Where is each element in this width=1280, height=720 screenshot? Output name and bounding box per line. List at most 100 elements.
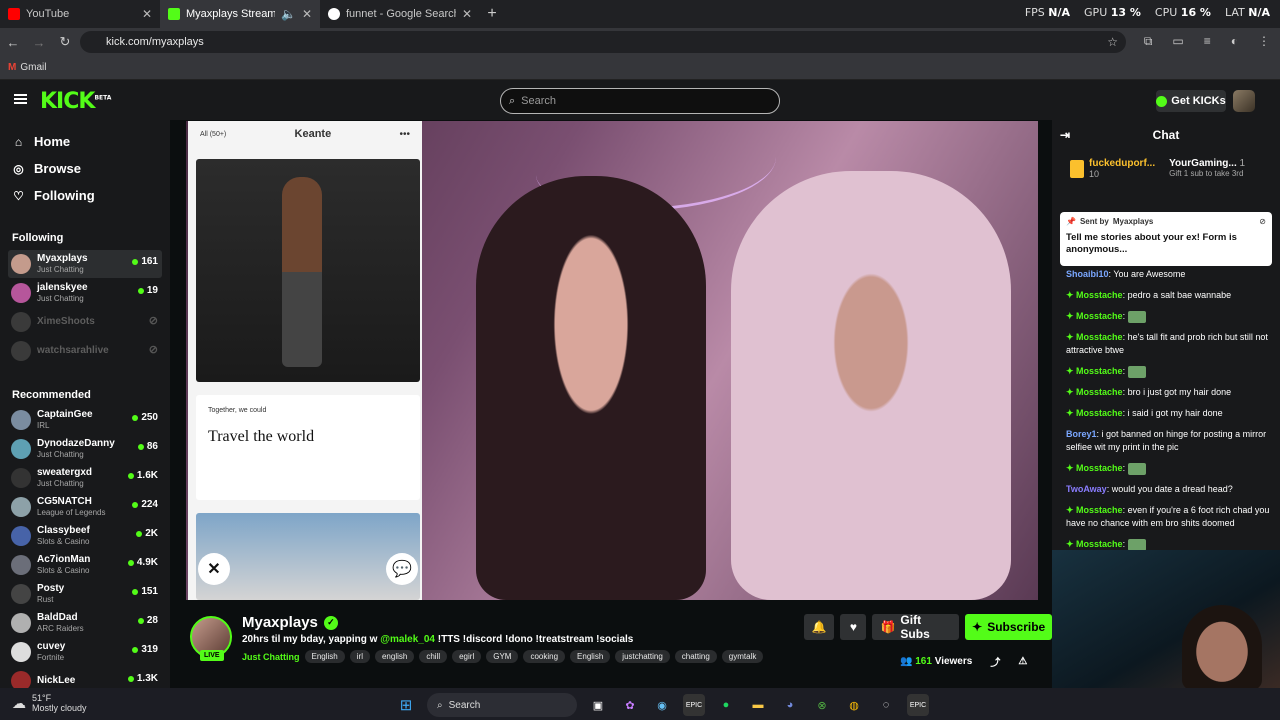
chat-username[interactable]: TwoAway: [1066, 484, 1107, 494]
channel-item[interactable]: jalenskyee Just Chatting 19: [8, 279, 162, 307]
stream-tag[interactable]: chatting: [674, 650, 717, 663]
video-player[interactable]: All (50+) Keante ••• Together, we could …: [186, 121, 1038, 600]
title-mention[interactable]: @malek_04: [380, 634, 435, 645]
chat-username[interactable]: Mosstache: [1076, 539, 1123, 549]
stream-tag[interactable]: english: [374, 650, 415, 663]
top-gifter-name[interactable]: fuckeduporf...: [1089, 158, 1155, 169]
xbox-icon[interactable]: ⊗: [811, 694, 833, 716]
copilot-icon[interactable]: ✿: [619, 694, 641, 716]
chat-username[interactable]: Mosstache: [1076, 366, 1123, 376]
bookmark-star-icon[interactable]: ☆: [1107, 35, 1118, 49]
search-input[interactable]: [521, 95, 752, 107]
back-icon[interactable]: ←: [0, 35, 26, 50]
menu-icon[interactable]: ⋮: [1258, 34, 1270, 49]
live-dot-icon: [127, 559, 134, 566]
channel-item[interactable]: cuvey Fortnite 319: [8, 638, 162, 666]
close-icon[interactable]: ✕: [302, 7, 312, 21]
channel-item[interactable]: Ac7ionMan Slots & Casino 4.9K: [8, 551, 162, 579]
channel-name: cuvey: [37, 641, 66, 652]
taskbar-search[interactable]: ⌕ Search: [427, 693, 577, 717]
chat-username[interactable]: Borey1: [1066, 429, 1097, 439]
channel-item[interactable]: DynodazeDanny Just Chatting 86: [8, 435, 162, 463]
streamer-name[interactable]: Myaxplays: [242, 614, 318, 631]
chrome-icon[interactable]: ◍: [843, 694, 865, 716]
task-view-icon[interactable]: ▣: [587, 694, 609, 716]
stream-tag[interactable]: English: [570, 650, 611, 663]
epic-launcher-icon[interactable]: EPIC: [907, 694, 929, 716]
category-link[interactable]: Just Chatting: [242, 652, 300, 662]
get-kicks-button[interactable]: Get KICKs: [1156, 90, 1226, 112]
chat-username[interactable]: Shoaibi10: [1066, 269, 1109, 279]
weather-widget[interactable]: ☁ 51°F Mostly cloudy: [12, 693, 87, 713]
bell-icon[interactable]: 🔔: [804, 614, 835, 640]
tab-kick[interactable]: Myaxplays Stream - Watch 🔈 ✕: [160, 0, 320, 28]
heart-icon[interactable]: ♥: [840, 614, 867, 640]
chat-username[interactable]: Mosstache: [1076, 311, 1123, 321]
stream-tag[interactable]: irl: [349, 650, 370, 663]
bookmark-gmail[interactable]: Gmail: [20, 62, 46, 73]
channel-item[interactable]: XimeShoots ⊘: [8, 308, 162, 336]
close-icon[interactable]: ✕: [142, 7, 152, 21]
channel-item[interactable]: Myaxplays Just Chatting 161: [8, 250, 162, 278]
chat-username[interactable]: Mosstache: [1076, 290, 1123, 300]
menu-hamburger-icon[interactable]: [14, 94, 27, 104]
channel-item[interactable]: CG5NATCH League of Legends 224: [8, 493, 162, 521]
media-icon[interactable]: ≡: [1204, 34, 1211, 49]
new-tab-button[interactable]: +: [480, 5, 504, 23]
pin-icon: 📌: [1066, 217, 1076, 226]
discord-icon[interactable]: ◕: [779, 694, 801, 716]
unpin-icon[interactable]: ⊘: [1259, 217, 1266, 226]
collapse-chat-icon[interactable]: ⇥: [1060, 128, 1070, 142]
extensions-icon[interactable]: ⧉: [1144, 34, 1153, 49]
forward-icon[interactable]: →: [26, 35, 52, 50]
steam-icon[interactable]: ◉: [651, 694, 673, 716]
channel-item[interactable]: BaldDad ARC Raiders 28: [8, 609, 162, 637]
chat-username[interactable]: Mosstache: [1076, 332, 1123, 342]
epic-games-icon[interactable]: EPIC: [683, 694, 705, 716]
stream-tag[interactable]: chill: [419, 650, 448, 663]
search-box[interactable]: ⌕: [500, 88, 780, 114]
tab-google[interactable]: funnet - Google Search ✕: [320, 0, 480, 28]
emote-icon: [1127, 462, 1146, 475]
channel-item[interactable]: Classybeef Slots & Casino 2K: [8, 522, 162, 550]
channel-item[interactable]: sweatergxd Just Chatting 1.6K: [8, 464, 162, 492]
app-icon[interactable]: ◌: [875, 694, 897, 716]
speaker-icon[interactable]: 🔈: [281, 7, 296, 21]
sidebar-item-home[interactable]: ⌂ Home: [12, 134, 70, 149]
report-icon[interactable]: ⚠: [1018, 656, 1027, 667]
cpu-value: 16 %: [1180, 6, 1211, 19]
file-explorer-icon[interactable]: ▬: [747, 694, 769, 716]
user-avatar[interactable]: [1233, 90, 1255, 112]
channel-item[interactable]: CaptainGee IRL 250: [8, 406, 162, 434]
offline-icon: ⊘: [148, 344, 158, 356]
chat-username[interactable]: Mosstache: [1076, 463, 1123, 473]
channel-item[interactable]: Posty Rust 151: [8, 580, 162, 608]
second-gifter-name[interactable]: YourGaming...: [1169, 158, 1237, 169]
reload-icon[interactable]: ↻: [52, 34, 78, 50]
kick-logo[interactable]: KICKBETA: [40, 89, 111, 114]
profile-icon[interactable]: ◐: [1231, 34, 1238, 49]
gift-subs-button[interactable]: 🎁 Gift Subs: [872, 613, 960, 641]
stream-tag[interactable]: cooking: [523, 650, 566, 663]
stream-tag[interactable]: English: [304, 650, 345, 663]
sidebar-item-browse[interactable]: ◎ Browse: [12, 161, 81, 176]
spotify-icon[interactable]: ●: [715, 694, 737, 716]
cast-icon[interactable]: ▭: [1172, 34, 1183, 49]
address-bar[interactable]: kick.com/myaxplays ☆: [80, 31, 1126, 53]
subscribe-button[interactable]: ✦ Subscribe: [965, 614, 1052, 640]
close-icon[interactable]: ✕: [462, 7, 472, 21]
stream-tag[interactable]: gymtalk: [721, 650, 764, 663]
sidebar-item-following[interactable]: ♡ Following: [12, 188, 95, 203]
channel-item[interactable]: watchsarahlive ⊘: [8, 337, 162, 365]
stream-tag[interactable]: GYM: [486, 650, 519, 663]
chat-username[interactable]: Mosstache: [1076, 505, 1123, 515]
chat-username[interactable]: Mosstache: [1076, 387, 1123, 397]
tab-youtube[interactable]: YouTube ✕: [0, 0, 160, 28]
windows-start-icon[interactable]: ⊞: [395, 694, 417, 716]
chat-username[interactable]: Mosstache: [1076, 408, 1123, 418]
stream-tag[interactable]: justchatting: [615, 650, 670, 663]
pinned-by-user[interactable]: Myaxplays: [1113, 217, 1153, 226]
share-icon[interactable]: ⤴: [990, 654, 1000, 669]
stream-tag[interactable]: egirl: [452, 650, 482, 663]
channel-name: XimeShoots: [37, 316, 95, 327]
